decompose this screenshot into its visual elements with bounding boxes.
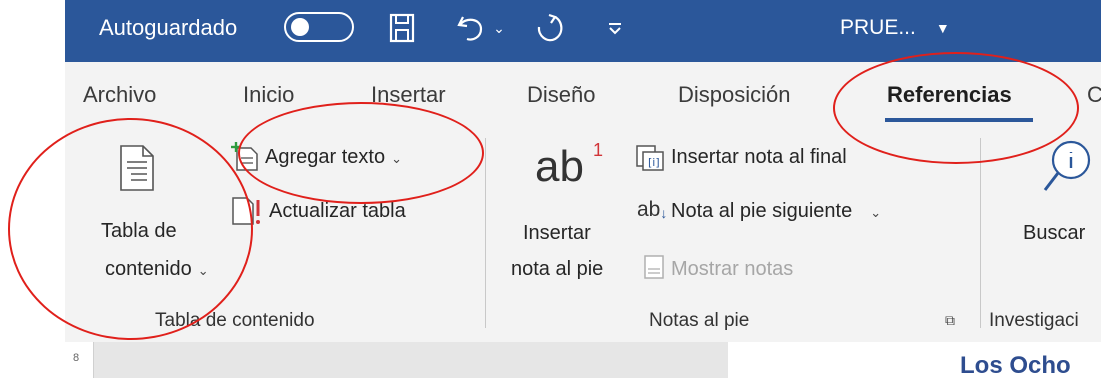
tab-referencias[interactable]: Referencias: [887, 82, 1012, 108]
caret-down-icon: ▼: [935, 20, 950, 36]
research-group-label: Investigaci: [989, 310, 1079, 331]
undo-icon[interactable]: [453, 10, 489, 46]
ribbon: Archivo Inicio Insertar Diseño Disposici…: [65, 62, 1101, 342]
autosave-toggle[interactable]: [284, 12, 354, 42]
tab-diseno[interactable]: Diseño: [527, 82, 595, 108]
dialog-launcher-icon[interactable]: ⧉: [945, 312, 955, 329]
toc-button[interactable]: contenido ⌄: [105, 258, 209, 281]
left-margin: [0, 0, 65, 378]
ruler-mark: 8: [73, 352, 80, 364]
group-divider: [485, 138, 486, 328]
document-heading: Los Ocho: [960, 352, 1071, 379]
tab-insertar[interactable]: Insertar: [371, 82, 446, 108]
chevron-down-icon: ⌄: [870, 205, 882, 220]
show-notes-icon: [643, 254, 665, 285]
add-text-icon: [231, 142, 259, 177]
footnotes-group-label: Notas al pie: [649, 310, 750, 331]
add-text-button[interactable]: Agregar texto ⌄: [265, 146, 402, 169]
insert-footnote-line1[interactable]: Insertar: [523, 222, 591, 245]
toc-button-line1[interactable]: Tabla de: [101, 220, 177, 243]
toc-button-line2: contenido: [105, 258, 192, 280]
insert-footnote-button[interactable]: nota al pie: [511, 258, 603, 281]
tab-inicio[interactable]: Inicio: [243, 82, 294, 108]
superscript-mark: 1: [593, 140, 604, 160]
ab-glyph: ab: [535, 142, 584, 191]
search-button[interactable]: Buscar: [1023, 222, 1085, 245]
customize-toolbar-icon[interactable]: [605, 10, 625, 46]
insert-endnote-icon: [i]: [635, 144, 665, 177]
toc-group-label: Tabla de contenido: [155, 310, 315, 331]
tab-correspondencia[interactable]: C: [1087, 82, 1101, 108]
next-footnote-icon: ab↓: [637, 198, 668, 221]
undo-dropdown-icon[interactable]: ⌄: [491, 10, 507, 46]
add-text-label: Agregar texto: [265, 146, 386, 168]
document-name[interactable]: PRUE... ▼: [840, 10, 950, 46]
insert-endnote-button[interactable]: Insertar nota al final: [671, 146, 847, 169]
toggle-knob: [291, 18, 309, 36]
vertical-ruler: 8: [65, 342, 94, 378]
chevron-down-icon: ⌄: [197, 263, 209, 278]
toc-doc-icon: [119, 144, 155, 197]
update-table-icon: [231, 196, 263, 231]
search-icon: [1041, 138, 1091, 201]
svg-text:[i]: [i]: [648, 156, 660, 169]
show-notes-button[interactable]: Mostrar notas: [671, 258, 793, 281]
active-tab-indicator: [885, 118, 1033, 122]
next-footnote-label: Nota al pie siguiente: [671, 200, 853, 222]
chevron-down-icon: ⌄: [391, 151, 402, 166]
group-divider: [980, 138, 981, 328]
insert-footnote-icon: ab 1: [535, 140, 603, 192]
save-icon[interactable]: [385, 10, 419, 46]
tab-disposicion[interactable]: Disposición: [678, 82, 791, 108]
title-bar: Autoguardado ⌄ PRUE... ▼: [65, 0, 1101, 62]
next-footnote-button[interactable]: Nota al pie siguiente ⌄: [671, 200, 881, 223]
update-table-button[interactable]: Actualizar tabla: [269, 200, 406, 223]
redo-icon[interactable]: [533, 10, 569, 46]
autosave-label: Autoguardado: [99, 15, 238, 40]
tab-archivo[interactable]: Archivo: [83, 82, 156, 108]
document-name-text: PRUE...: [840, 16, 916, 39]
